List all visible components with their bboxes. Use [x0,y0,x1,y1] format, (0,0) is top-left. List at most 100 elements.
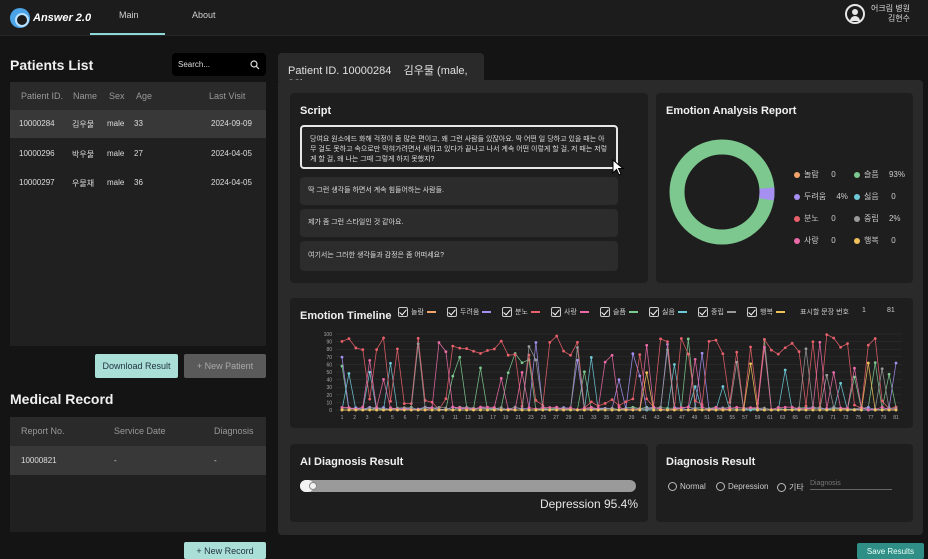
nav-tab-about[interactable]: About [192,10,216,20]
col-patient-id[interactable]: Patient ID. [21,91,63,101]
script-line[interactable]: 여기서는 그러한 생각들과 감정은 좀 어떠세요? [300,241,618,271]
radio-other[interactable]: 기타 [777,482,804,493]
timeline-point [686,337,690,341]
script-line[interactable]: 당여요 원소에드 화해 걱정이 좀 많은 편이고, 왜 그런 사람들 있잖아요.… [300,125,618,169]
series-toggle-sadness[interactable]: 슬픔 [600,307,638,317]
patient-row[interactable]: 10000296 박우물 male 27 2024-04-05 [10,140,266,168]
timeline-point [659,408,662,412]
timeline-point [783,346,787,350]
timeline-point [742,408,746,412]
series-toggle-happiness[interactable]: 행복 [747,307,785,317]
timeline-point [444,408,448,412]
timeline-point [347,408,351,412]
timeline-point [832,408,836,412]
patient-row[interactable]: 10000297 우물채 male 36 2024-04-05 [10,169,266,197]
col-sex[interactable]: Sex [109,91,125,101]
timeline-point [423,406,427,409]
timeline-point [797,408,801,412]
timeline-point [361,408,365,412]
timeline-point [520,371,524,374]
cell-sex: male [107,149,125,158]
timeline-point [693,385,697,389]
timeline-point [492,406,496,409]
x-tick-label: 51 [704,415,710,421]
timeline-point [576,346,579,349]
timeline-point [396,408,399,412]
user-menu[interactable]: 어크림 병원 김현수 [844,4,910,24]
timeline-point [763,345,766,349]
timeline-point [548,406,552,409]
patient-row[interactable]: 10000284 김우물 male 33 2024-09-09 [10,110,266,138]
col-diagnosis[interactable]: Diagnosis [214,426,254,436]
timeline-point [714,405,718,409]
col-service-date[interactable]: Service Date [114,426,166,436]
x-tick-label: 61 [767,415,773,421]
timeline-point [555,405,559,409]
timeline-point [555,408,559,412]
new-patient-button[interactable]: + New Patient [184,354,266,378]
timeline-point [818,408,822,412]
series-toggle-surprise[interactable]: 놀람 [398,307,436,317]
timeline-point [534,408,538,412]
nav-tab-main[interactable]: Main [119,10,139,20]
patient-id-value: 10000284 [342,65,392,77]
col-name[interactable]: Name [73,91,97,101]
series-toggle-anger[interactable]: 분노 [502,307,540,317]
cell-last-visit: 2024-09-09 [211,119,252,128]
x-tick-label: 73 [843,415,849,421]
logo-icon [10,8,30,28]
timeline-point [562,349,565,353]
timeline-point [479,408,482,412]
timeline-point [451,374,455,378]
radio-depression[interactable]: Depression [716,482,768,491]
timeline-point [873,337,877,340]
series-toggle-disgust[interactable]: 싫음 [649,307,687,317]
timeline-point [340,406,344,409]
timeline-point [534,358,538,362]
timeline-point [790,341,794,345]
series-toggle-love[interactable]: 사랑 [551,307,589,317]
legend-neutral: 중립 2% [854,213,901,224]
patient-search-input[interactable]: Search... [172,53,266,76]
new-record-button[interactable]: + New Record [184,542,266,559]
record-row[interactable]: 10000821 - - [10,446,266,475]
col-age[interactable]: Age [136,91,152,101]
y-tick-label: 10 [326,400,332,406]
timeline-point [790,405,794,409]
timeline-point [527,408,531,412]
x-tick-label: 15 [478,415,484,421]
medical-table-header: Report No. Service Date Diagnosis [10,417,266,446]
series-toggle-fear[interactable]: 두려움 [447,307,492,317]
range-from-input[interactable]: 1 [862,307,866,314]
radio-normal[interactable]: Normal [668,482,706,491]
diagnosis-input[interactable]: Diagnosis [810,480,892,490]
save-results-button[interactable]: Save Results [857,543,924,559]
x-tick-label: 13 [465,415,471,421]
y-tick-label: 50 [326,370,332,376]
timeline-point [873,408,877,412]
patients-table-header: Patient ID. Name Sex Age Last Visit [10,82,266,110]
search-icon[interactable] [250,59,260,70]
timeline-point [506,408,510,412]
col-report-no[interactable]: Report No. [21,426,65,436]
x-tick-label: 45 [667,415,673,421]
series-toggle-neutral[interactable]: 중립 [698,307,736,317]
script-line[interactable]: 제가 좀 그런 스타일인 것 같아요. [300,209,618,237]
sentence-range-label: 표시할 문장 번호 [800,309,849,316]
col-last-visit[interactable]: Last Visit [209,91,245,101]
range-to-input[interactable]: 81 [887,307,895,314]
download-result-button[interactable]: Download Result [95,354,178,378]
donut-slice-sadness [669,139,775,245]
timeline-point [416,342,420,346]
timeline-point [513,408,517,412]
script-line[interactable]: 딱 그런 생각들 하면서 계속 힘들어하는 사람들. [300,177,618,205]
cell-last-visit: 2024-04-05 [211,178,252,187]
timeline-point [846,342,849,345]
timeline-point [866,361,870,365]
app-logo[interactable]: Answer 2.0 [10,8,91,28]
timeline-point [396,347,399,351]
timeline-point [347,372,351,375]
cell-id: 10000297 [19,178,55,187]
patient-tab[interactable]: Patient ID. 10000284 김우물 (male, 33) [278,53,484,90]
timeline-point [340,408,344,412]
